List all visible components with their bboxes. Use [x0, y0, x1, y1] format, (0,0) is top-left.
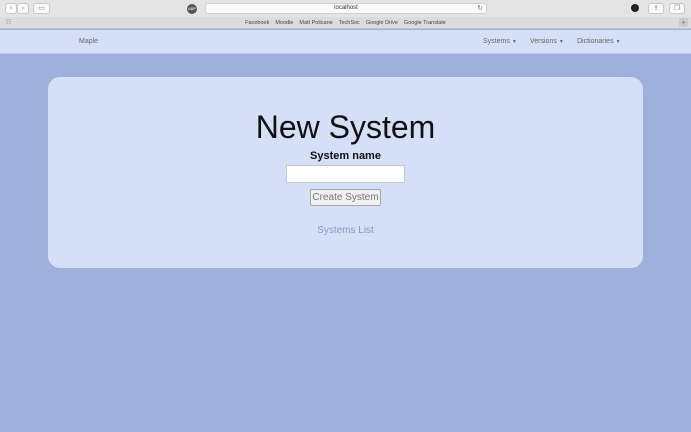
caret-down-icon: ▼ [558, 39, 564, 45]
new-tab-icon[interactable]: + [679, 18, 688, 27]
nav-versions-dropdown[interactable]: Versions ▼ [530, 30, 564, 54]
tabs-icon[interactable]: ❐ [669, 3, 685, 14]
favorite-link[interactable]: Matt Policane [299, 20, 332, 26]
favorite-link[interactable]: Google Drive [366, 20, 398, 26]
brand-link[interactable]: Maple [79, 30, 98, 53]
caret-down-icon: ▼ [615, 39, 621, 45]
site-navbar: Maple Systems ▼ Versions ▼ Dictionaries ▼ [0, 30, 691, 54]
back-icon[interactable]: ‹ [5, 3, 17, 14]
nav-dictionaries-dropdown[interactable]: Dictionaries ▼ [577, 30, 621, 54]
favorite-link[interactable]: Facebook [245, 20, 269, 26]
favorite-link[interactable]: Moodle [275, 20, 293, 26]
reload-icon[interactable]: ↻ [477, 4, 483, 13]
nav-systems-label: Systems [483, 38, 510, 45]
caret-down-icon: ▼ [511, 39, 517, 45]
address-bar[interactable]: localhost ↻ [205, 3, 487, 14]
system-name-input[interactable] [286, 165, 405, 183]
favorites-bar: ☷ Facebook Moodle Matt Policane TechSoc Goog… [0, 17, 691, 29]
nav-systems-dropdown[interactable]: Systems ▼ [483, 30, 517, 54]
nav-dictionaries-label: Dictionaries [577, 38, 614, 45]
create-system-button[interactable]: Create System [310, 189, 381, 206]
share-icon[interactable]: ⇪ [648, 3, 664, 14]
favorite-link[interactable]: TechSoc [339, 20, 360, 26]
forward-icon[interactable]: › [17, 3, 29, 14]
browser-toolbar: ‹ › ▭ ABP localhost ↻ ⇪ ❐ [0, 0, 691, 17]
downloads-icon[interactable] [631, 4, 639, 12]
system-name-label: System name [310, 150, 381, 162]
address-text: localhost [334, 5, 358, 11]
extension-icon[interactable]: ABP [187, 4, 197, 14]
systems-list-link[interactable]: Systems List [0, 224, 691, 237]
favorite-link[interactable]: Google Translate [404, 20, 446, 26]
nav-versions-label: Versions [530, 38, 557, 45]
page-title: New System [255, 109, 436, 145]
favorites-links: Facebook Moodle Matt Policane TechSoc Google… [0, 17, 691, 29]
sidebar-icon[interactable]: ▭ [33, 3, 50, 14]
